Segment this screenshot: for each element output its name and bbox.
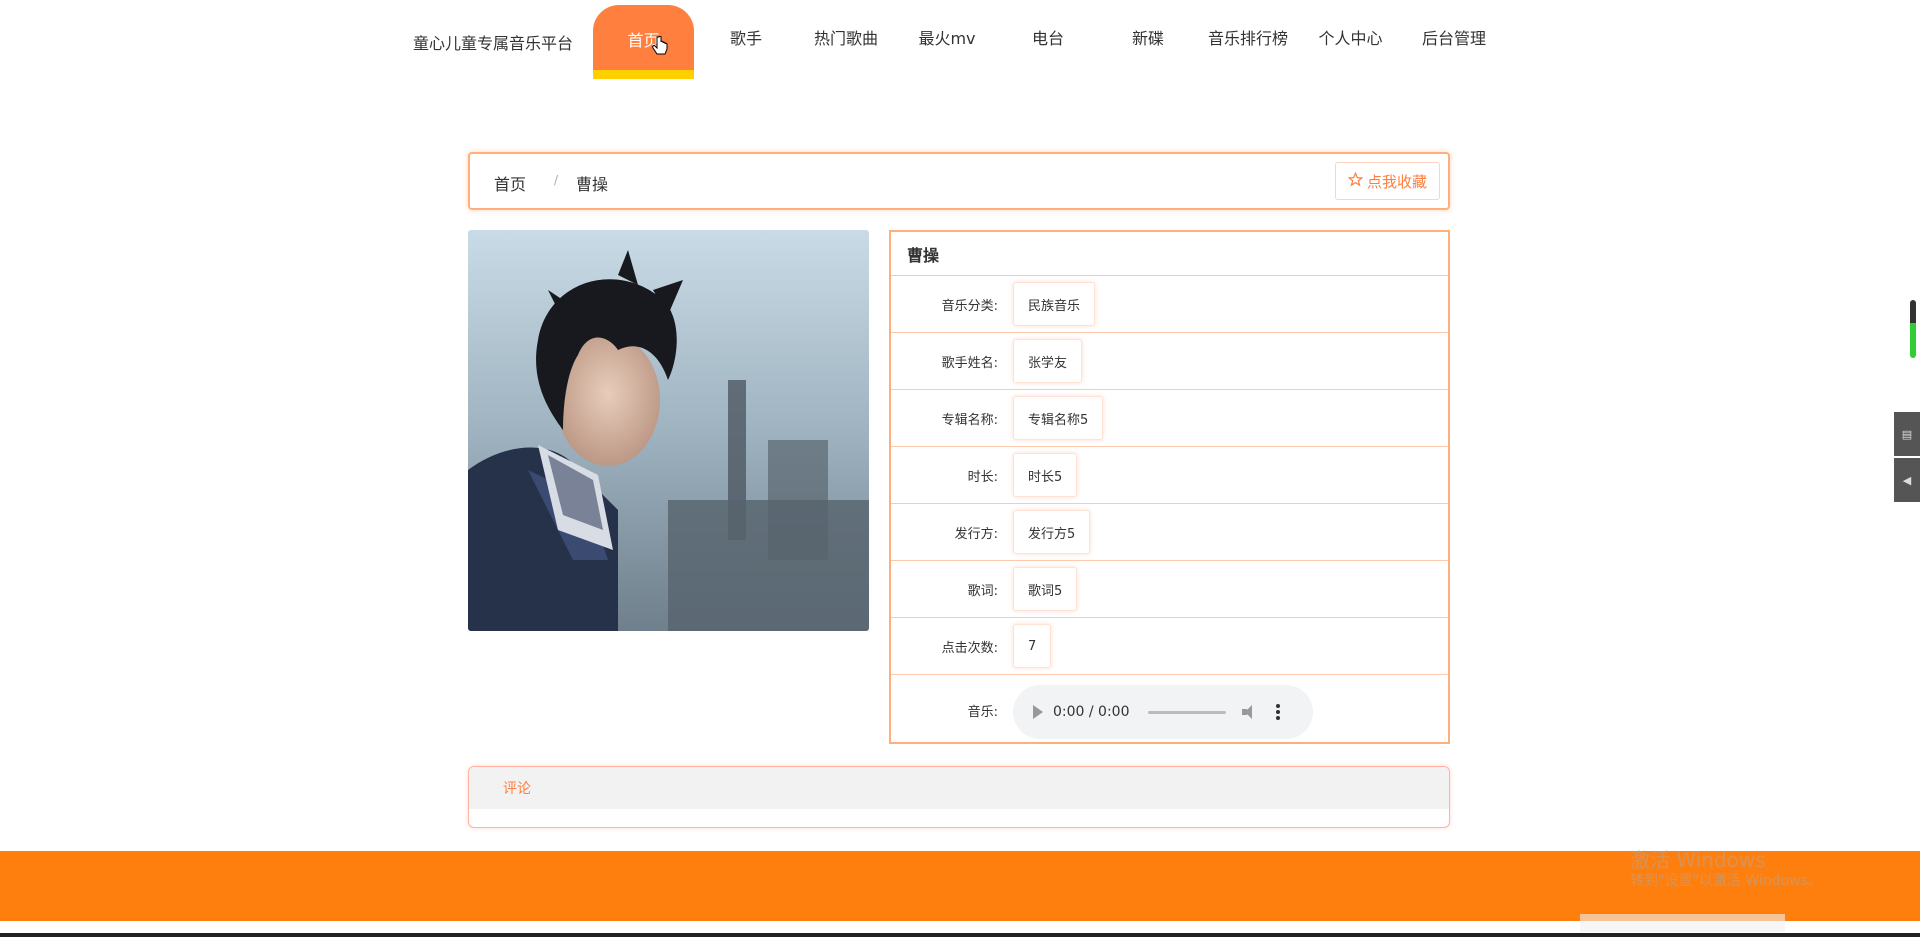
detail-row-publisher: 发行方: 发行方5 — [891, 504, 1448, 561]
row-label: 歌手姓名: — [941, 355, 998, 371]
nav-radio-label: 电台 — [1031, 29, 1064, 48]
ime-toolbar — [1580, 914, 1785, 932]
row-value: 7 — [1013, 624, 1052, 668]
volume-icon[interactable] — [1241, 705, 1258, 719]
nav-home[interactable]: 首页 — [593, 5, 694, 79]
song-detail-panel: 曹操 音乐分类: 民族音乐 歌手姓名: 张学友 专辑名称: 专辑名称5 时长: … — [889, 230, 1450, 744]
song-cover-image — [468, 230, 869, 631]
star-outline-icon — [1347, 171, 1364, 191]
row-label: 音乐: — [967, 704, 998, 720]
row-label: 歌词: — [967, 583, 998, 599]
nav-new-albums[interactable]: 新碟 — [1108, 0, 1188, 80]
favorite-button-label: 点我收藏 — [1366, 172, 1427, 191]
activation-watermark-text: 转到"设置"以激活 Windows。 — [1630, 873, 1822, 889]
page-scroll-indicator[interactable] — [1910, 300, 1916, 358]
comments-section: 评论 — [468, 766, 1450, 828]
detail-row-clicks: 点击次数: 7 — [891, 618, 1448, 675]
nav-new-albums-label: 新碟 — [1131, 29, 1164, 48]
nav-top-mv[interactable]: 最火mv — [907, 0, 987, 80]
window-bottom-border — [0, 933, 1920, 937]
row-label: 发行方: — [954, 526, 998, 542]
row-value: 张学友 — [1013, 339, 1083, 383]
breadcrumb: 首页 / 曹操 点我收藏 — [468, 152, 1450, 210]
row-label: 时长: — [967, 469, 998, 485]
nav-singers[interactable]: 歌手 — [706, 0, 786, 80]
detail-row-lyrics: 歌词: 歌词5 — [891, 561, 1448, 618]
audio-time: 0:00 / 0:00 — [1053, 704, 1130, 720]
site-title[interactable]: 童心儿童专属音乐平台 — [413, 30, 573, 54]
audio-player[interactable]: 0:00 / 0:00 — [1013, 685, 1313, 739]
row-value: 民族音乐 — [1013, 282, 1096, 326]
nav-charts-label: 音乐排行榜 — [1207, 29, 1288, 48]
row-label: 点击次数: — [941, 640, 998, 656]
detail-row-category: 音乐分类: 民族音乐 — [891, 276, 1448, 333]
detail-row-music: 音乐: 0:00 / 0:00 — [891, 675, 1448, 745]
nav-charts[interactable]: 音乐排行榜 — [1203, 0, 1293, 80]
nav-hot-songs-label: 热门歌曲 — [813, 29, 878, 48]
nav-radio[interactable]: 电台 — [1008, 0, 1088, 80]
song-title: 曹操 — [891, 232, 1448, 276]
nav-admin-label: 后台管理 — [1421, 29, 1486, 48]
side-collapse-icon[interactable]: ◀ — [1894, 458, 1920, 502]
nav-top-mv-label: 最火mv — [918, 29, 976, 48]
side-note-icon[interactable]: ▤ — [1894, 412, 1920, 456]
audio-progress-slider[interactable] — [1147, 710, 1226, 714]
nav-profile-label: 个人中心 — [1318, 29, 1383, 48]
row-value: 时长5 — [1013, 453, 1078, 497]
hand-cursor-icon — [652, 35, 668, 58]
comments-tab[interactable]: 评论 — [469, 767, 1449, 809]
activation-watermark-title: 激活 Windows — [1630, 848, 1766, 872]
row-value: 专辑名称5 — [1013, 396, 1104, 440]
play-icon[interactable] — [1033, 705, 1043, 719]
row-label: 音乐分类: — [941, 298, 998, 314]
favorite-button[interactable]: 点我收藏 — [1334, 162, 1440, 200]
nav-profile[interactable]: 个人中心 — [1308, 0, 1393, 80]
detail-row-singer: 歌手姓名: 张学友 — [891, 333, 1448, 390]
detail-row-duration: 时长: 时长5 — [891, 447, 1448, 504]
breadcrumb-separator: / — [554, 173, 559, 187]
detail-row-album: 专辑名称: 专辑名称5 — [891, 390, 1448, 447]
nav-hot-songs[interactable]: 热门歌曲 — [806, 0, 886, 80]
row-value: 歌词5 — [1013, 567, 1078, 611]
row-label: 专辑名称: — [941, 412, 998, 428]
breadcrumb-home[interactable]: 首页 — [494, 171, 526, 195]
row-value: 发行方5 — [1013, 510, 1091, 554]
more-options-icon[interactable] — [1275, 704, 1280, 720]
nav-admin[interactable]: 后台管理 — [1410, 0, 1498, 80]
nav-singers-label: 歌手 — [729, 29, 762, 48]
breadcrumb-current: 曹操 — [576, 175, 609, 194]
